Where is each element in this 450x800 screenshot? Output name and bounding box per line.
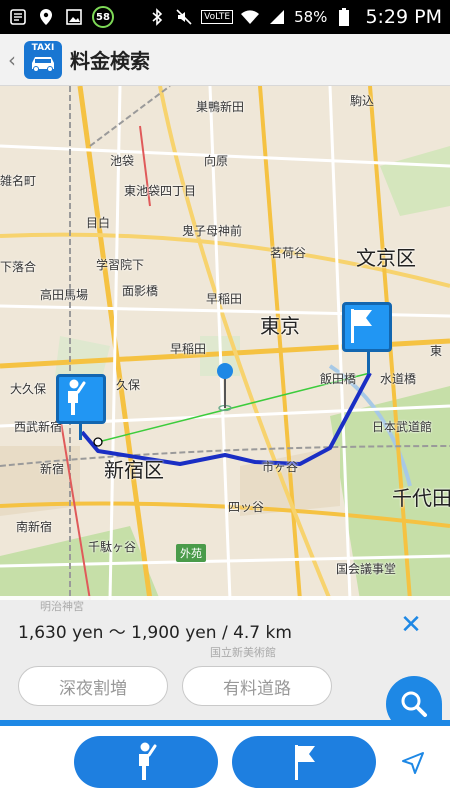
flag-icon	[351, 309, 372, 343]
map-label-faded: 明治神宮	[40, 600, 84, 613]
map-label-ward: 千代田	[392, 486, 450, 510]
wifi-icon	[240, 7, 260, 27]
map-label: 新宿	[40, 462, 65, 476]
map-label: 向原	[204, 154, 229, 168]
map-label: 巣鴨新田	[196, 100, 245, 114]
person-waving-icon	[139, 742, 157, 780]
app-icon[interactable]: TAXI	[24, 40, 62, 79]
map-label: 下落合	[0, 260, 37, 274]
late-night-surcharge-button[interactable]: 深夜割増	[18, 666, 168, 706]
map-label: 池袋	[110, 154, 135, 168]
map-label: 千駄ヶ谷	[88, 540, 137, 554]
person-waving-icon	[68, 379, 86, 415]
map-view[interactable]: 巣鴨新田 駒込 雑名町 池袋 向原 東池袋四丁目 目白 鬼子母神前 茗荷谷 文京…	[0, 86, 450, 600]
map-label-faded: 国立新美術館	[210, 646, 276, 659]
map-label: 市ヶ谷	[262, 460, 299, 474]
battery-icon	[334, 7, 354, 27]
mute-icon	[174, 7, 194, 27]
action-bar: ‹ TAXI 料金検索	[0, 34, 450, 86]
map-label: 東池袋四丁目	[124, 184, 197, 198]
map-label: 日本武道館	[372, 420, 433, 434]
my-location-button[interactable]	[400, 750, 426, 776]
map-label: 駒込	[350, 94, 375, 108]
start-pin-stem	[79, 422, 82, 440]
map-tag: 外苑	[176, 544, 206, 562]
map-label: 久保	[116, 378, 141, 392]
back-chevron-icon[interactable]: ‹	[2, 48, 22, 72]
image-icon	[64, 7, 84, 27]
fare-sheet: 明治神宮 国立新美術館 1,630 yen ～ 1,900 yen / 4.7 …	[0, 596, 450, 722]
notification-icon	[8, 7, 28, 27]
map-label: 目白	[86, 216, 111, 230]
map-label-ward: 新宿区	[104, 458, 164, 482]
map-label: 早稲田	[170, 342, 207, 356]
map-label: 国会議事堂	[336, 562, 397, 576]
map-label: 早稲田	[206, 292, 243, 306]
map-label: 大久保	[10, 382, 47, 396]
bottom-bar	[0, 726, 450, 800]
bluetooth-icon	[147, 7, 167, 27]
map-label-ward: 文京区	[356, 246, 416, 270]
end-pin-stem	[367, 350, 370, 374]
clock: 5:29 PM	[365, 6, 442, 28]
map-pin-icon	[217, 363, 233, 412]
map-label: 水道橋	[380, 372, 417, 386]
search-icon	[401, 691, 427, 717]
map-label: 高田馬場	[40, 288, 89, 302]
map-label-city: 東京	[260, 314, 300, 338]
battery-percent-badge: 58	[92, 6, 114, 28]
location-icon	[36, 7, 56, 27]
battery-text: 58%	[294, 8, 328, 26]
map-label: 茗荷谷	[270, 246, 307, 260]
fare-estimate: 1,630 yen ～ 1,900 yen / 4.7 km	[18, 623, 292, 643]
map-label: 面影橋	[122, 284, 159, 298]
map-label: 飯田橋	[320, 372, 357, 386]
status-bar: 58 VoLTE 58% 5:29 PM	[0, 0, 450, 34]
destination-pin[interactable]	[342, 302, 392, 352]
start-pin[interactable]	[56, 374, 106, 424]
set-pickup-button[interactable]	[74, 736, 218, 788]
map-label: 南新宿	[16, 520, 53, 534]
flag-icon	[295, 745, 315, 780]
map-label: 四ッ谷	[228, 500, 265, 514]
close-icon[interactable]: ✕	[398, 612, 424, 638]
map-label: 鬼子母神前	[182, 224, 243, 238]
toll-road-button[interactable]: 有料道路	[182, 666, 332, 706]
page-title: 料金検索	[70, 49, 150, 73]
navigation-arrow-icon	[402, 752, 424, 774]
map-label: 学習院下	[96, 258, 145, 272]
map-label: 雑名町	[0, 174, 37, 188]
volte-indicator: VoLTE	[201, 10, 234, 24]
set-destination-button[interactable]	[232, 736, 376, 788]
signal-icon	[267, 7, 287, 27]
map-label: 西武新宿	[14, 420, 63, 434]
map-label: 東	[430, 344, 443, 358]
